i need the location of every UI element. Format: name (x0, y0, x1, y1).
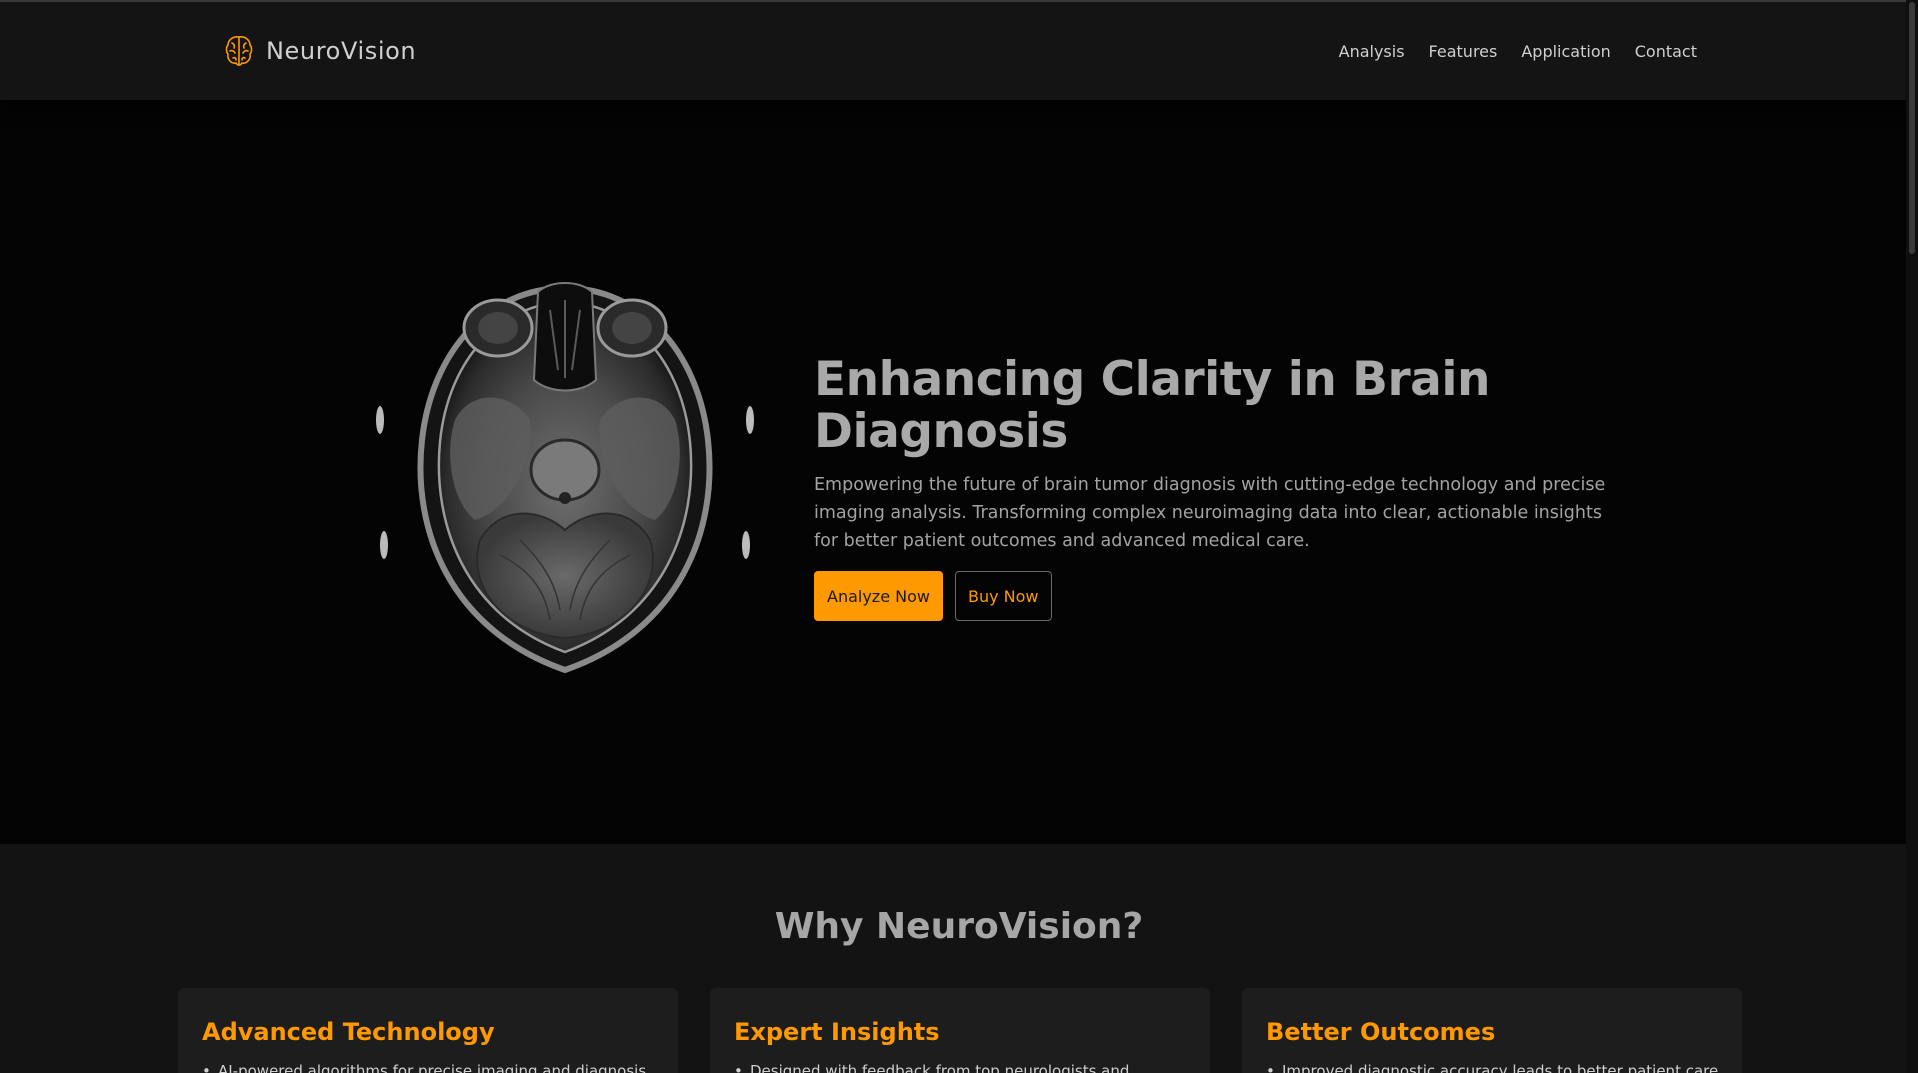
nav-links: Analysis Features Application Contact (1339, 42, 1697, 61)
nav-link-analysis[interactable]: Analysis (1339, 42, 1405, 61)
scrollbar-thumb[interactable] (1909, 2, 1915, 254)
feature-card-better-outcomes: Better Outcomes • Improved diagnostic acc… (1242, 988, 1742, 1073)
card-title: Better Outcomes (1266, 1018, 1496, 1046)
bullet-icon: • (734, 1062, 743, 1073)
navbar: NeuroVision Analysis Features Applicatio… (0, 0, 1918, 100)
bullet-icon: • (1266, 1062, 1275, 1073)
nav-link-features[interactable]: Features (1429, 42, 1498, 61)
feature-card-advanced-technology: Advanced Technology • AI-powered algorith… (178, 988, 678, 1073)
card-list-item: • Improved diagnostic accuracy leads to b… (1266, 1062, 1723, 1073)
analyze-now-button[interactable]: Analyze Now (814, 571, 943, 622)
brain-icon (225, 36, 253, 66)
nav-link-application[interactable]: Application (1521, 42, 1610, 61)
card-item-text: Improved diagnostic accuracy leads to be… (1282, 1062, 1723, 1073)
hero-section: Enhancing Clarity in Brain Diagnosis Emp… (0, 100, 1906, 844)
brand-name: NeuroVision (266, 37, 417, 65)
brain-mri-image (376, 282, 754, 674)
hero-buttons: Analyze Now Buy Now (814, 571, 1634, 622)
hero-text: Enhancing Clarity in Brain Diagnosis Emp… (814, 352, 1634, 622)
nav-link-contact[interactable]: Contact (1635, 42, 1697, 61)
hero-title: Enhancing Clarity in Brain Diagnosis (814, 352, 1490, 459)
page: NeuroVision Analysis Features Applicatio… (0, 0, 1918, 1073)
card-list-item: • Designed with feedback from top neurolo… (734, 1062, 1129, 1073)
card-item-text: Designed with feedback from top neurolog… (750, 1062, 1130, 1073)
buy-now-button[interactable]: Buy Now (954, 571, 1052, 622)
why-title: Why NeuroVision? (774, 906, 1144, 947)
card-title: Expert Insights (734, 1018, 940, 1046)
card-title: Advanced Technology (202, 1018, 495, 1046)
feature-card-expert-insights: Expert Insights • Designed with feedback … (710, 988, 1210, 1073)
vertical-scrollbar[interactable] (1906, 0, 1918, 1073)
card-item-text: AI-powered algorithms for precise imagin… (218, 1062, 651, 1073)
bullet-icon: • (202, 1062, 211, 1073)
hero-description: Empowering the future of brain tumor dia… (814, 475, 1606, 552)
why-section: Why NeuroVision? Advanced Technology • AI… (0, 844, 1906, 1073)
brand-logo[interactable]: NeuroVision (224, 34, 416, 68)
card-list-item: • AI-powered algorithms for precise imagi… (202, 1062, 651, 1073)
